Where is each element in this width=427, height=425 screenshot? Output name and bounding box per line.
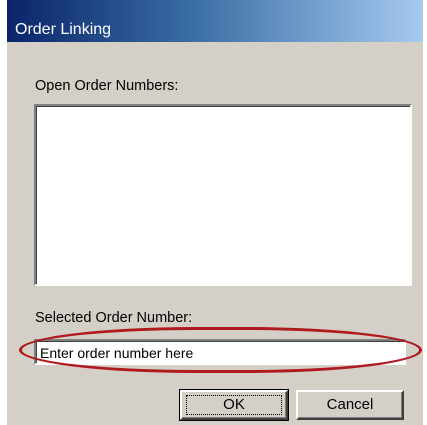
cancel-button-label: Cancel xyxy=(326,396,374,413)
ok-button[interactable]: OK xyxy=(179,389,289,421)
ok-focus-rect xyxy=(186,395,282,415)
selected-order-number-label: Selected Order Number: xyxy=(35,310,193,326)
selected-order-number-field-frame xyxy=(34,339,406,365)
open-order-numbers-list[interactable] xyxy=(34,104,412,286)
title-bar[interactable]: Order Linking xyxy=(7,0,423,42)
window-title: Order Linking xyxy=(15,21,112,38)
cancel-button[interactable]: Cancel xyxy=(296,390,404,420)
open-order-numbers-label: Open Order Numbers: xyxy=(35,78,179,94)
selected-order-number-input[interactable] xyxy=(40,343,395,362)
order-linking-dialog: Order Linking Open Order Numbers: Select… xyxy=(7,0,423,425)
